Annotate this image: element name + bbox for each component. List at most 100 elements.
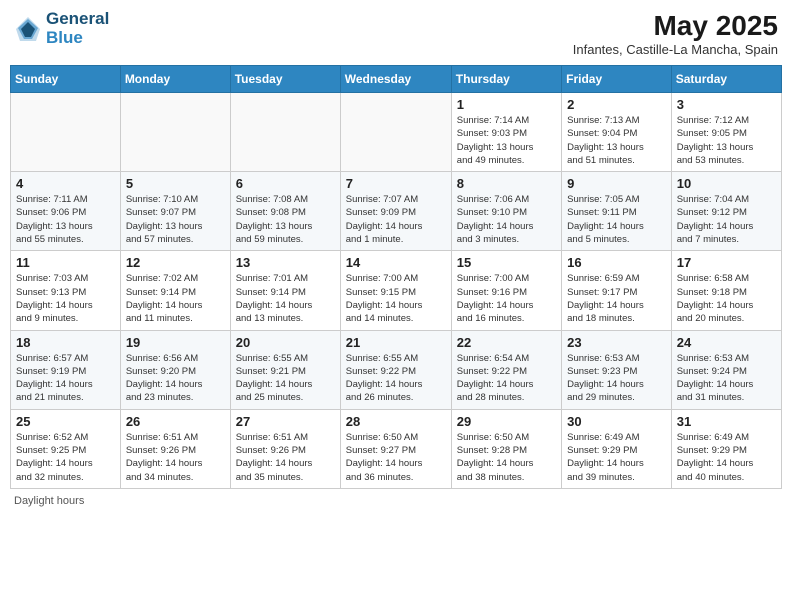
day-number: 29 [457, 414, 556, 429]
calendar-cell: 9 Sunrise: 7:05 AM Sunset: 9:11 PM Daylig… [562, 172, 672, 251]
day-number: 31 [677, 414, 776, 429]
calendar-week-row: 4Sunrise: 7:11 AM Sunset: 9:06 PM Daylig… [11, 172, 782, 251]
calendar-cell: 23 Sunrise: 6:53 AM Sunset: 9:23 PM Dayli… [562, 330, 672, 409]
day-info: Sunrise: 6:49 AM Sunset: 9:29 PM Dayligh… [567, 431, 666, 484]
day-number: 14 [346, 255, 446, 270]
day-number: 9 [567, 176, 666, 191]
calendar-cell: 22 Sunrise: 6:54 AM Sunset: 9:22 PM Dayli… [451, 330, 561, 409]
calendar-cell: 5Sunrise: 7:10 AM Sunset: 9:07 PM Daylig… [120, 172, 230, 251]
day-info: Sunrise: 6:50 AM Sunset: 9:27 PM Dayligh… [346, 431, 446, 484]
footer-note: Daylight hours [10, 495, 782, 507]
calendar-week-row: 11 Sunrise: 7:03 AM Sunset: 9:13 PM Dayli… [11, 251, 782, 330]
day-info: Sunrise: 6:53 AM Sunset: 9:23 PM Dayligh… [567, 352, 666, 405]
day-info: Sunrise: 7:01 AM Sunset: 9:14 PM Dayligh… [236, 272, 335, 325]
day-info: Sunrise: 6:52 AM Sunset: 9:25 PM Dayligh… [16, 431, 115, 484]
day-number: 23 [567, 335, 666, 350]
calendar-cell: 29Sunrise: 6:50 AM Sunset: 9:28 PM Dayli… [451, 409, 561, 488]
day-number: 24 [677, 335, 776, 350]
day-info: Sunrise: 6:59 AM Sunset: 9:17 PM Dayligh… [567, 272, 666, 325]
day-number: 2 [567, 97, 666, 112]
day-number: 22 [457, 335, 556, 350]
calendar-cell [11, 93, 121, 172]
day-header-saturday: Saturday [671, 66, 781, 93]
title-block: May 2025 Infantes, Castille-La Mancha, S… [573, 10, 778, 57]
day-header-tuesday: Tuesday [230, 66, 340, 93]
calendar-week-row: 1 Sunrise: 7:14 AM Sunset: 9:03 PM Daylig… [11, 93, 782, 172]
calendar-cell: 12 Sunrise: 7:02 AM Sunset: 9:14 PM Dayli… [120, 251, 230, 330]
day-number: 21 [346, 335, 446, 350]
day-info: Sunrise: 7:13 AM Sunset: 9:04 PM Dayligh… [567, 114, 666, 167]
month-title: May 2025 [573, 10, 778, 42]
calendar-cell: 2 Sunrise: 7:13 AM Sunset: 9:04 PM Daylig… [562, 93, 672, 172]
day-info: Sunrise: 7:12 AM Sunset: 9:05 PM Dayligh… [677, 114, 776, 167]
calendar-cell: 27Sunrise: 6:51 AM Sunset: 9:26 PM Dayli… [230, 409, 340, 488]
day-info: Sunrise: 6:55 AM Sunset: 9:22 PM Dayligh… [346, 352, 446, 405]
day-header-friday: Friday [562, 66, 672, 93]
day-number: 12 [126, 255, 225, 270]
day-number: 26 [126, 414, 225, 429]
day-number: 8 [457, 176, 556, 191]
calendar-cell: 14 Sunrise: 7:00 AM Sunset: 9:15 PM Dayli… [340, 251, 451, 330]
calendar-cell: 21 Sunrise: 6:55 AM Sunset: 9:22 PM Dayli… [340, 330, 451, 409]
calendar-header-row: SundayMondayTuesdayWednesdayThursdayFrid… [11, 66, 782, 93]
calendar-cell: 24 Sunrise: 6:53 AM Sunset: 9:24 PM Dayli… [671, 330, 781, 409]
day-number: 25 [16, 414, 115, 429]
day-number: 5 [126, 176, 225, 191]
calendar-week-row: 18 Sunrise: 6:57 AM Sunset: 9:19 PM Dayli… [11, 330, 782, 409]
day-number: 28 [346, 414, 446, 429]
day-number: 17 [677, 255, 776, 270]
calendar-cell: 19Sunrise: 6:56 AM Sunset: 9:20 PM Dayli… [120, 330, 230, 409]
calendar-cell: 25 Sunrise: 6:52 AM Sunset: 9:25 PM Dayli… [11, 409, 121, 488]
day-number: 19 [126, 335, 225, 350]
day-number: 11 [16, 255, 115, 270]
day-number: 13 [236, 255, 335, 270]
calendar-cell: 30 Sunrise: 6:49 AM Sunset: 9:29 PM Dayli… [562, 409, 672, 488]
calendar-cell: 26Sunrise: 6:51 AM Sunset: 9:26 PM Dayli… [120, 409, 230, 488]
calendar-cell [340, 93, 451, 172]
day-info: Sunrise: 7:03 AM Sunset: 9:13 PM Dayligh… [16, 272, 115, 325]
day-info: Sunrise: 7:00 AM Sunset: 9:16 PM Dayligh… [457, 272, 556, 325]
day-info: Sunrise: 6:53 AM Sunset: 9:24 PM Dayligh… [677, 352, 776, 405]
day-number: 30 [567, 414, 666, 429]
day-info: Sunrise: 6:57 AM Sunset: 9:19 PM Dayligh… [16, 352, 115, 405]
calendar-cell: 16 Sunrise: 6:59 AM Sunset: 9:17 PM Dayli… [562, 251, 672, 330]
day-header-wednesday: Wednesday [340, 66, 451, 93]
day-info: Sunrise: 7:07 AM Sunset: 9:09 PM Dayligh… [346, 193, 446, 246]
day-info: Sunrise: 6:54 AM Sunset: 9:22 PM Dayligh… [457, 352, 556, 405]
calendar-cell [120, 93, 230, 172]
calendar-cell: 20 Sunrise: 6:55 AM Sunset: 9:21 PM Dayli… [230, 330, 340, 409]
calendar-cell: 8 Sunrise: 7:06 AM Sunset: 9:10 PM Daylig… [451, 172, 561, 251]
day-header-monday: Monday [120, 66, 230, 93]
day-number: 7 [346, 176, 446, 191]
calendar-cell: 1 Sunrise: 7:14 AM Sunset: 9:03 PM Daylig… [451, 93, 561, 172]
day-number: 18 [16, 335, 115, 350]
day-info: Sunrise: 7:05 AM Sunset: 9:11 PM Dayligh… [567, 193, 666, 246]
day-header-sunday: Sunday [11, 66, 121, 93]
day-number: 6 [236, 176, 335, 191]
calendar-cell: 17Sunrise: 6:58 AM Sunset: 9:18 PM Dayli… [671, 251, 781, 330]
day-info: Sunrise: 6:51 AM Sunset: 9:26 PM Dayligh… [236, 431, 335, 484]
day-number: 1 [457, 97, 556, 112]
logo: General Blue [14, 10, 109, 47]
day-info: Sunrise: 7:00 AM Sunset: 9:15 PM Dayligh… [346, 272, 446, 325]
location-subtitle: Infantes, Castille-La Mancha, Spain [573, 42, 778, 57]
calendar-cell: 4Sunrise: 7:11 AM Sunset: 9:06 PM Daylig… [11, 172, 121, 251]
calendar-cell: 18 Sunrise: 6:57 AM Sunset: 9:19 PM Dayli… [11, 330, 121, 409]
calendar-table: SundayMondayTuesdayWednesdayThursdayFrid… [10, 65, 782, 489]
day-number: 20 [236, 335, 335, 350]
day-info: Sunrise: 7:02 AM Sunset: 9:14 PM Dayligh… [126, 272, 225, 325]
calendar-cell: 15 Sunrise: 7:00 AM Sunset: 9:16 PM Dayli… [451, 251, 561, 330]
page-header: General Blue May 2025 Infantes, Castille… [10, 10, 782, 57]
day-info: Sunrise: 7:11 AM Sunset: 9:06 PM Dayligh… [16, 193, 115, 246]
calendar-cell: 6 Sunrise: 7:08 AM Sunset: 9:08 PM Daylig… [230, 172, 340, 251]
day-number: 15 [457, 255, 556, 270]
calendar-week-row: 25 Sunrise: 6:52 AM Sunset: 9:25 PM Dayli… [11, 409, 782, 488]
day-info: Sunrise: 7:06 AM Sunset: 9:10 PM Dayligh… [457, 193, 556, 246]
day-info: Sunrise: 6:55 AM Sunset: 9:21 PM Dayligh… [236, 352, 335, 405]
logo-text: General Blue [46, 10, 109, 47]
day-number: 16 [567, 255, 666, 270]
day-number: 10 [677, 176, 776, 191]
day-info: Sunrise: 7:08 AM Sunset: 9:08 PM Dayligh… [236, 193, 335, 246]
day-info: Sunrise: 7:14 AM Sunset: 9:03 PM Dayligh… [457, 114, 556, 167]
calendar-cell: 11 Sunrise: 7:03 AM Sunset: 9:13 PM Dayli… [11, 251, 121, 330]
